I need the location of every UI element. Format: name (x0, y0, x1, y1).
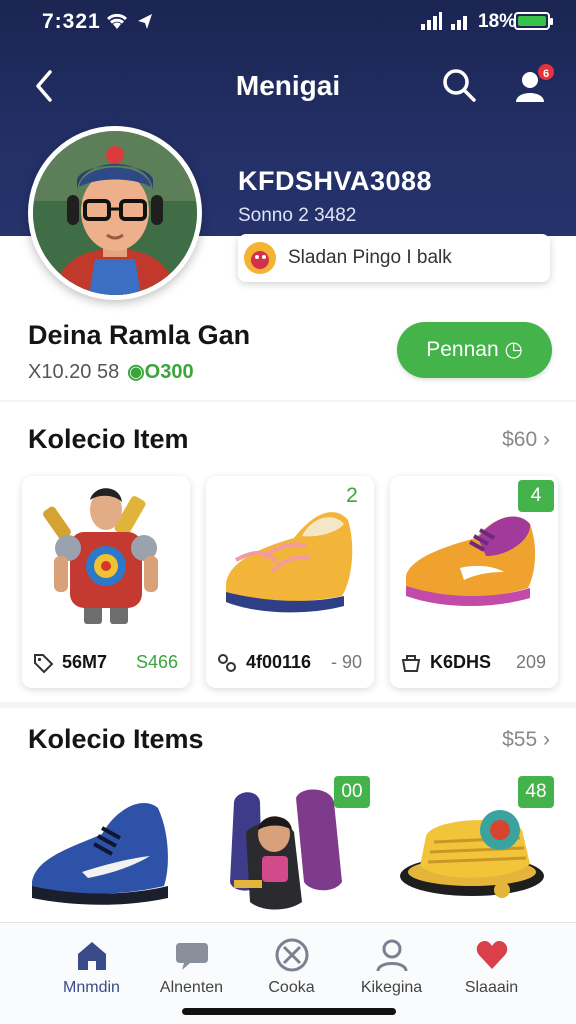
tab-label: Kikegina (360, 979, 423, 996)
chat-icon (175, 943, 208, 970)
profile-header-name: KFDSHVA3088 (238, 166, 433, 196)
home-indicator (182, 1008, 396, 1015)
heart-icon (476, 941, 507, 969)
section-1-more-link[interactable]: $60 › (502, 428, 550, 452)
profile-meta: X10.20 58 ◉O300 (28, 359, 194, 384)
blue-sneaker-image (32, 803, 168, 905)
link-icon (218, 654, 236, 672)
basket-icon (401, 655, 421, 672)
item-card-footer: 56M7 S466 (32, 652, 182, 674)
profile-meta-number: O300 (144, 361, 194, 383)
item-price: - 90 (330, 652, 362, 672)
profile-icon (376, 939, 407, 972)
tab-profile[interactable]: Kikegina (334, 937, 449, 1017)
item-card[interactable]: 2 4f00116 - 90 (206, 476, 374, 688)
item-name: 56M7 (62, 652, 108, 672)
tab-label: Cooka (268, 979, 315, 996)
tab-chat[interactable]: Alnenten (134, 937, 249, 1017)
signal-icon-2 (451, 16, 467, 30)
location-arrow-icon (138, 14, 152, 29)
item-card[interactable]: 48 (390, 772, 558, 922)
section-2-more-label: $55 (502, 728, 538, 751)
item-count-tag: 2 (346, 484, 358, 507)
tab-label: Mnmdin (63, 979, 120, 996)
item-count-tag: 4 (518, 480, 554, 512)
avatar[interactable] (28, 126, 202, 300)
cancel-circle-icon (275, 938, 308, 972)
tab-home[interactable]: Mnmdin (34, 937, 149, 1017)
tab-label: Alnenten (159, 979, 224, 996)
battery-percent: 18% (478, 11, 517, 32)
app-screen: 7:321 18% Menigai 6 KFDSHVA3088 Sonno 2 … (0, 0, 576, 1024)
profile-action-button[interactable]: Pennan ◷ (397, 322, 552, 378)
wifi-icon (106, 13, 128, 29)
home-icon (77, 942, 106, 970)
item-card-footer: K6DHS 209 (400, 652, 550, 674)
page-logo-icon (244, 242, 276, 274)
item-name: K6DHS (430, 652, 492, 672)
item-card-footer: 4f00116 - 90 (216, 652, 366, 674)
tab-label: Slaaain (464, 979, 519, 996)
top-navbar: Menigai 6 (0, 56, 576, 116)
profile-name: Deina Ramla Gan (28, 320, 251, 350)
battery-icon (514, 12, 553, 30)
search-icon[interactable] (440, 66, 478, 104)
page-title: Menigai (235, 70, 341, 101)
item-price: S466 (135, 652, 178, 672)
item-name: 4f00116 (246, 652, 312, 672)
signal-icon (421, 12, 442, 30)
profile-meta-prefix: X10.20 58 (28, 361, 120, 383)
item-card[interactable] (22, 772, 190, 922)
robot-figure-image (43, 488, 158, 624)
item-count-tag: 00 (334, 776, 370, 808)
item-count-tag: 48 (518, 776, 554, 808)
section-1-title: Kolecio Item (28, 424, 189, 454)
tab-cancel[interactable]: Cooka (234, 937, 349, 1017)
item-card[interactable]: 56M7 S466 (22, 476, 190, 688)
status-time: 7:321 (42, 10, 101, 33)
item-card[interactable]: 00 (206, 772, 374, 922)
section-2-more-link[interactable]: $55 › (502, 728, 550, 752)
notification-badge: 6 (536, 62, 556, 82)
status-bar: 7:321 18% (0, 0, 576, 44)
section-1-more-label: $60 (502, 428, 538, 451)
page-chip-label: Sladan Pingo I balk (288, 247, 452, 268)
notifications-button[interactable]: 6 (510, 62, 556, 106)
avatar-illustration (33, 131, 197, 295)
profile-meta-value: ◉O300 (127, 361, 194, 383)
tab-favorites[interactable]: Slaaain (434, 937, 549, 1017)
linked-page-chip[interactable]: Sladan Pingo I balk (238, 234, 550, 282)
item-card[interactable]: 4 K6DHS 209 (390, 476, 558, 688)
profile-header-subtitle: Sonno 2 3482 (238, 205, 357, 226)
tag-icon (34, 654, 54, 674)
item-price: 209 (515, 652, 546, 672)
section-2-title: Kolecio Items (28, 724, 204, 754)
